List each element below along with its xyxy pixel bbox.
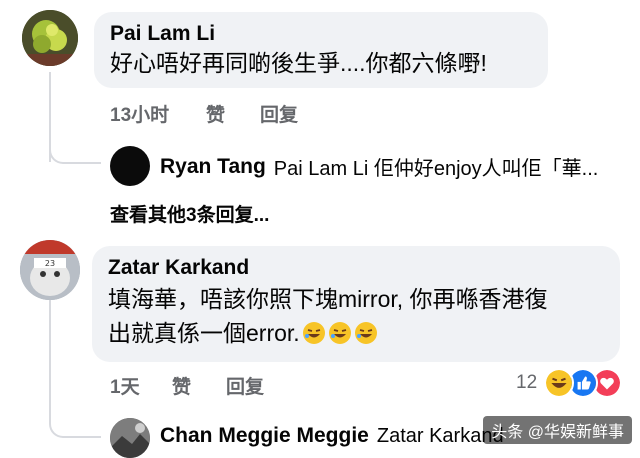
thread-connector xyxy=(49,140,101,164)
laughing-emoji-icon xyxy=(328,322,351,344)
comment-author[interactable]: Pai Lam Li xyxy=(110,22,532,46)
laughing-emoji-icon[interactable] xyxy=(544,368,574,398)
comment-bubble: Zatar Karkand 填海華，唔該你照下塊mirror, 你再喺香港復 出… xyxy=(92,246,620,362)
laughing-emoji-icon xyxy=(302,322,325,344)
thread-line xyxy=(49,296,51,416)
like-button[interactable]: 赞 xyxy=(172,372,191,399)
comment-text-line-1: 填海華，唔該你照下塊mirror, 你再喺香港復 xyxy=(108,286,548,312)
reply-avatar-image xyxy=(110,418,150,458)
avatar[interactable] xyxy=(22,10,78,66)
reply-author: Chan Meggie Meggie xyxy=(160,424,369,447)
watermark: 头条 @华娱新鲜事 xyxy=(483,416,632,444)
reply-button[interactable]: 回复 xyxy=(226,372,264,399)
avatar[interactable]: 23 xyxy=(20,240,80,300)
reaction-count[interactable]: 12 xyxy=(516,372,537,394)
avatar-label: 23 xyxy=(45,259,55,268)
reply-text: Pai Lam Li 佢仲好enjoy人叫佢「華... xyxy=(273,158,599,180)
view-more-replies[interactable]: 查看其他3条回复... xyxy=(110,200,269,227)
reply-preview[interactable]: Ryan Tang Pai Lam Li 佢仲好enjoy人叫佢「華... xyxy=(160,152,598,181)
comment-text-line-2: 出就真係一個error. xyxy=(108,318,604,348)
reply-preview[interactable]: Chan Meggie Meggie Zatar Karkand xyxy=(160,424,504,448)
avatar-image xyxy=(22,10,78,66)
comment-text-line-2-text: 出就真係一個error. xyxy=(108,320,300,346)
like-button[interactable]: 赞 xyxy=(206,100,225,127)
reply-avatar[interactable] xyxy=(110,418,150,458)
reply-avatar[interactable] xyxy=(110,146,150,186)
avatar-image: 23 xyxy=(20,240,80,300)
thread-connector xyxy=(49,410,101,438)
comment-text: 好心唔好再同啲後生爭....你都六條嘢! xyxy=(110,50,487,76)
comment-time: 1天 xyxy=(110,377,140,398)
reply-button[interactable]: 回复 xyxy=(260,100,298,127)
laughing-emoji-icon xyxy=(354,322,377,344)
comment-bubble: Pai Lam Li 好心唔好再同啲後生爭....你都六條嘢! xyxy=(94,12,548,88)
reply-author: Ryan Tang xyxy=(160,154,266,178)
comment-time: 13小时 xyxy=(110,105,170,126)
comment-author[interactable]: Zatar Karkand xyxy=(108,256,604,280)
